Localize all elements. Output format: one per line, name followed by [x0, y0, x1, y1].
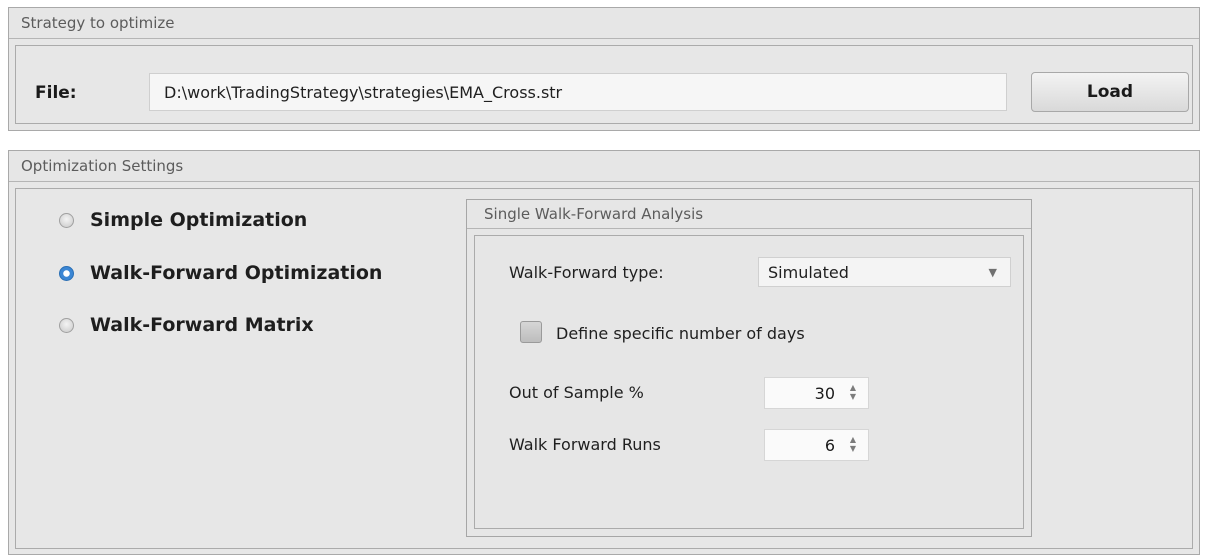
walk-forward-type-label: Walk-Forward type: [509, 263, 664, 282]
walk-forward-type-value: Simulated [768, 263, 849, 282]
strategy-group-title: Strategy to optimize [9, 8, 1199, 39]
out-of-sample-label: Out of Sample % [509, 383, 644, 402]
radio-button-icon[interactable] [59, 212, 74, 228]
radio-walk-forward-optimization[interactable]: Walk-Forward Optimization [59, 260, 382, 286]
define-days-checkbox[interactable] [520, 321, 542, 343]
dropdown-arrow-icon[interactable]: ▼ [989, 266, 997, 279]
radio-simple-optimization-label[interactable]: Simple Optimization [90, 209, 307, 231]
out-of-sample-stepper[interactable]: 30 ▲ ▼ [764, 377, 869, 409]
strategy-group: Strategy to optimize File: D:\work\Tradi… [8, 7, 1200, 131]
single-walk-forward-title: Single Walk-Forward Analysis [467, 200, 1031, 229]
radio-simple-optimization[interactable]: Simple Optimization [59, 207, 307, 233]
define-days-label[interactable]: Define specific number of days [556, 324, 805, 343]
radio-walk-forward-matrix-label[interactable]: Walk-Forward Matrix [90, 314, 314, 336]
file-path-field[interactable]: D:\work\TradingStrategy\strategies\EMA_C… [149, 73, 1007, 111]
file-label: File: [35, 83, 77, 103]
walk-forward-runs-stepper[interactable]: 6 ▲ ▼ [764, 429, 869, 461]
radio-button-selected-icon[interactable] [59, 265, 74, 281]
optimization-settings-title: Optimization Settings [9, 151, 1199, 182]
walk-forward-type-select[interactable]: Simulated ▼ [758, 257, 1011, 287]
load-button[interactable]: Load [1031, 72, 1189, 112]
walk-forward-runs-value[interactable]: 6 [825, 436, 835, 455]
out-of-sample-value[interactable]: 30 [815, 384, 835, 403]
radio-button-icon[interactable] [59, 317, 74, 333]
single-walk-forward-panel: Single Walk-Forward Analysis Walk-Forwar… [466, 199, 1032, 537]
spin-arrows-icon[interactable]: ▲ ▼ [850, 435, 856, 453]
radio-walk-forward-optimization-label[interactable]: Walk-Forward Optimization [90, 262, 382, 284]
optimization-settings-group: Optimization Settings Simple Optimizatio… [8, 150, 1200, 555]
radio-walk-forward-matrix[interactable]: Walk-Forward Matrix [59, 312, 314, 338]
spin-arrows-icon[interactable]: ▲ ▼ [850, 383, 856, 401]
walk-forward-runs-label: Walk Forward Runs [509, 435, 661, 454]
